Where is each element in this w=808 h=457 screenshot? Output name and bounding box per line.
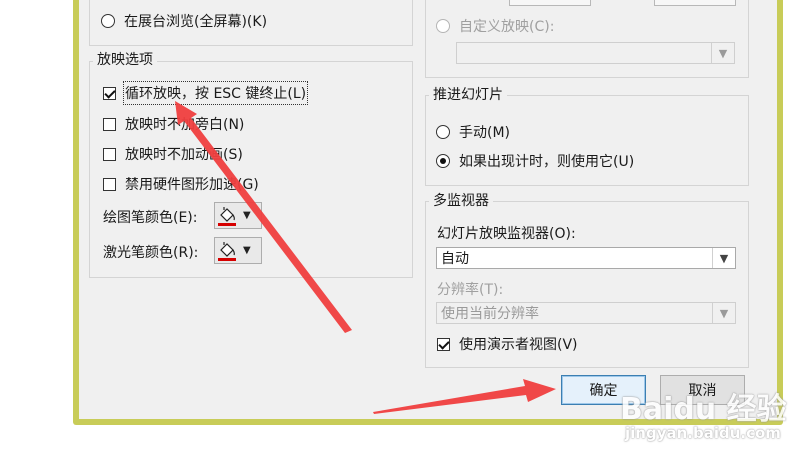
pen-color-label: 绘图笔颜色(E): [103, 210, 198, 226]
laser-color-label: 激光笔颜色(R): [103, 245, 199, 261]
kiosk-radio[interactable] [101, 14, 115, 28]
disable-hw-checkbox[interactable] [103, 177, 116, 191]
paint-bucket-icon [218, 206, 236, 226]
timings-label: 如果出现计时，则使用它(U) [459, 154, 635, 170]
manual-radio-row[interactable]: 手动(M) [436, 122, 510, 142]
custom-show-radio-row[interactable]: 自定义放映(C): [436, 16, 554, 36]
custom-show-label: 自定义放映(C): [459, 19, 555, 35]
no-animation-checkbox[interactable] [103, 147, 116, 161]
watermark-brand: Baidu 经验 [620, 392, 787, 427]
manual-label: 手动(M) [459, 125, 511, 141]
monitor-value: 自动 [441, 251, 469, 267]
laser-color-button[interactable]: ▼ [214, 237, 262, 264]
to-spinner-fragment[interactable] [654, 0, 736, 6]
advance-slides-title: 推进幻灯片 [429, 86, 507, 104]
monitor-dropdown[interactable]: 自动 ▼ [436, 247, 736, 269]
from-spinner-fragment[interactable] [509, 0, 591, 6]
watermark-url: jingyan.baidu.com [625, 424, 781, 442]
resolution-label: 分辨率(T): [437, 282, 504, 298]
show-options-title: 放映选项 [93, 51, 157, 69]
pen-color-button[interactable]: ▼ [214, 202, 262, 229]
multiple-monitors-title: 多监视器 [429, 192, 493, 210]
loop-checkbox[interactable] [103, 86, 116, 100]
chevron-down-icon[interactable]: ▼ [712, 248, 735, 268]
no-narration-checkbox[interactable] [103, 117, 116, 131]
no-animation-label: 放映时不加动画(S) [125, 147, 243, 163]
resolution-value: 使用当前分辨率 [441, 306, 539, 322]
presenter-view-checkbox[interactable] [437, 337, 450, 351]
chevron-down-icon[interactable]: ▼ [711, 43, 734, 63]
paint-bucket-icon [218, 241, 236, 261]
set-up-show-dialog: 在展台浏览(全屏幕)(K) 放映选项 循环放映，按 ESC 键终止(L) 放映时… [79, 0, 777, 419]
custom-show-radio[interactable] [436, 19, 450, 33]
chevron-down-icon: ▼ [243, 210, 251, 221]
resolution-dropdown[interactable]: 使用当前分辨率 ▼ [436, 302, 736, 324]
kiosk-radio-row[interactable]: 在展台浏览(全屏幕)(K) [101, 11, 267, 31]
disable-hw-checkbox-row[interactable]: 禁用硬件图形加速(G) [103, 174, 259, 194]
no-animation-checkbox-row[interactable]: 放映时不加动画(S) [103, 144, 243, 164]
chevron-down-icon[interactable]: ▼ [712, 303, 735, 323]
timings-radio[interactable] [436, 154, 450, 168]
loop-checkbox-row[interactable]: 循环放映，按 ESC 键终止(L) [103, 81, 309, 105]
presenter-view-label: 使用演示者视图(V) [459, 337, 578, 353]
presenter-view-checkbox-row[interactable]: 使用演示者视图(V) [437, 334, 578, 354]
loop-label: 循环放映，按 ESC 键终止(L) [122, 81, 309, 105]
chevron-down-icon: ▼ [243, 245, 251, 256]
manual-radio[interactable] [436, 125, 450, 139]
kiosk-label: 在展台浏览(全屏幕)(K) [124, 14, 268, 30]
slides-group [425, 0, 749, 78]
custom-show-dropdown[interactable]: ▼ [456, 42, 735, 64]
no-narration-label: 放映时不加旁白(N) [125, 117, 245, 133]
no-narration-checkbox-row[interactable]: 放映时不加旁白(N) [103, 114, 244, 134]
timings-radio-row[interactable]: 如果出现计时，则使用它(U) [436, 151, 634, 171]
monitor-label: 幻灯片放映监视器(O): [437, 226, 576, 242]
disable-hw-label: 禁用硬件图形加速(G) [125, 177, 259, 193]
